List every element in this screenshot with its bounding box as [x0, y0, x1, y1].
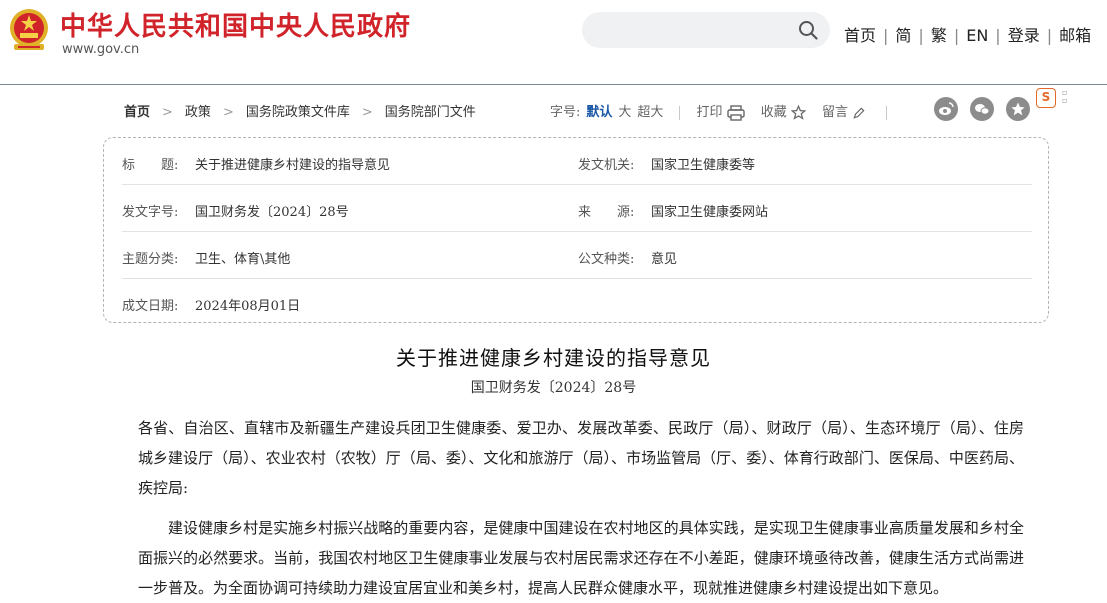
print-label: 打印 [696, 105, 723, 120]
article-paragraph: 建设健康乡村是实施乡村振兴战略的重要内容，是健康中国建设在农村地区的具体实践，是… [138, 519, 1024, 597]
breadcrumb: 首页 > 政策 > 国务院政策文件库 > 国务院部门文件 [124, 101, 476, 120]
meta-date-value: 2024年08月01日 [195, 299, 301, 314]
document-metadata: 标 题: 关于推进健康乡村建设的指导意见 发文机关: 国家卫生健康委等 发文字号… [103, 137, 1049, 323]
wechat-glyph-icon [975, 104, 990, 115]
meta-category-value: 卫生、体育\其他 [195, 252, 291, 267]
site-title[interactable]: 中华人民共和国中央人民政府 [60, 6, 411, 43]
nav-login[interactable]: 登录 [1008, 26, 1040, 45]
breadcrumb-policy[interactable]: 政策 [185, 105, 211, 120]
comment-button[interactable]: 留言 [822, 105, 866, 120]
meta-issuer-label: 发文机关: [578, 158, 635, 173]
tools-divider [886, 105, 888, 120]
nav-english[interactable]: EN [966, 26, 988, 45]
weibo-share-icon[interactable] [934, 97, 958, 121]
breadcrumb-home[interactable]: 首页 [124, 105, 150, 120]
site-header: 中华人民共和国中央人民政府 www.gov.cn 首页 | 简 | 繁 | EN | 登录 | 邮箱 [0, 0, 1107, 85]
meta-title-label: 标 题: [122, 158, 179, 173]
nav-separator: | [995, 26, 1001, 45]
search-box [582, 12, 830, 48]
article-title: 关于推进健康乡村建设的指导意见 [396, 346, 711, 370]
nav-traditional[interactable]: 繁 [931, 26, 947, 45]
meta-issuer-value: 国家卫生健康委等 [651, 158, 756, 173]
font-size-large[interactable]: 大 [618, 105, 631, 120]
breadcrumb-chevron-icon: > [361, 105, 373, 120]
meta-row: 成文日期: 2024年08月01日 [122, 279, 1032, 325]
font-size-xlarge[interactable]: 超大 [637, 105, 663, 120]
star-glyph-icon [1011, 102, 1025, 116]
nav-separator: | [953, 26, 960, 45]
print-button[interactable]: 打印 [696, 104, 745, 121]
meta-row: 发文字号: 国卫财务发〔2024〕28号 来 源: 国家卫生健康委网站 [122, 185, 1032, 232]
nav-mail[interactable]: 邮箱 [1059, 26, 1091, 45]
weibo-glyph-icon [939, 102, 954, 115]
meta-type-value: 意见 [651, 252, 678, 267]
meta-row: 主题分类: 卫生、体育\其他 公文种类: 意见 [122, 232, 1032, 279]
meta-docno-value: 国卫财务发〔2024〕28号 [195, 205, 349, 220]
breadcrumb-department-docs[interactable]: 国务院部门文件 [385, 105, 476, 120]
article-recipients: 各省、自治区、直辖市及新疆生产建设兵团卫生健康委、爱卫办、发展改革委、民政厅（局… [138, 419, 1024, 497]
national-emblem-icon[interactable] [6, 6, 52, 54]
pencil-icon [853, 107, 865, 119]
accessibility-tool-icon[interactable]: S [1036, 88, 1056, 108]
wechat-share-icon[interactable] [970, 97, 994, 121]
meta-date-label: 成文日期: [122, 299, 179, 314]
meta-row: 标 题: 关于推进健康乡村建设的指导意见 发文机关: 国家卫生健康委等 [122, 138, 1032, 185]
star-icon [790, 104, 807, 120]
nav-separator: | [918, 26, 924, 45]
search-icon[interactable] [798, 20, 818, 40]
favorite-button[interactable]: 收藏 [760, 104, 807, 120]
printer-icon [726, 104, 745, 121]
favorite-share-icon[interactable] [1006, 97, 1030, 121]
tools-divider [679, 105, 681, 120]
meta-source-value: 国家卫生健康委网站 [651, 205, 769, 220]
meta-category-label: 主题分类: [122, 252, 179, 267]
top-nav: 首页 | 简 | 繁 | EN | 登录 | 邮箱 [844, 22, 1091, 46]
font-size-default[interactable]: 默认 [586, 105, 612, 120]
more-dots-icon[interactable]: ▫ ▫ [1062, 89, 1067, 105]
nav-simplified[interactable]: 简 [895, 26, 911, 45]
font-size-label: 字号: [550, 105, 581, 120]
nav-home[interactable]: 首页 [844, 26, 876, 45]
meta-source-label: 来 源: [578, 205, 635, 220]
meta-type-label: 公文种类: [578, 252, 635, 267]
site-url[interactable]: www.gov.cn [62, 42, 139, 57]
breadcrumb-chevron-icon: > [162, 105, 173, 120]
breadcrumb-chevron-icon: > [222, 105, 234, 120]
article-tools: 字号: 默认大超大 打印 收藏 留言 [550, 101, 903, 121]
breadcrumb-policy-library[interactable]: 国务院政策文件库 [246, 105, 350, 120]
favorite-label: 收藏 [760, 105, 787, 120]
meta-docno-label: 发文字号: [122, 205, 179, 220]
nav-separator: | [883, 26, 889, 45]
nav-separator: | [1046, 26, 1053, 45]
comment-label: 留言 [822, 105, 849, 120]
meta-title-value: 关于推进健康乡村建设的指导意见 [195, 158, 391, 173]
search-input[interactable] [596, 18, 790, 44]
article-doc-number: 国卫财务发〔2024〕28号 [470, 380, 637, 396]
